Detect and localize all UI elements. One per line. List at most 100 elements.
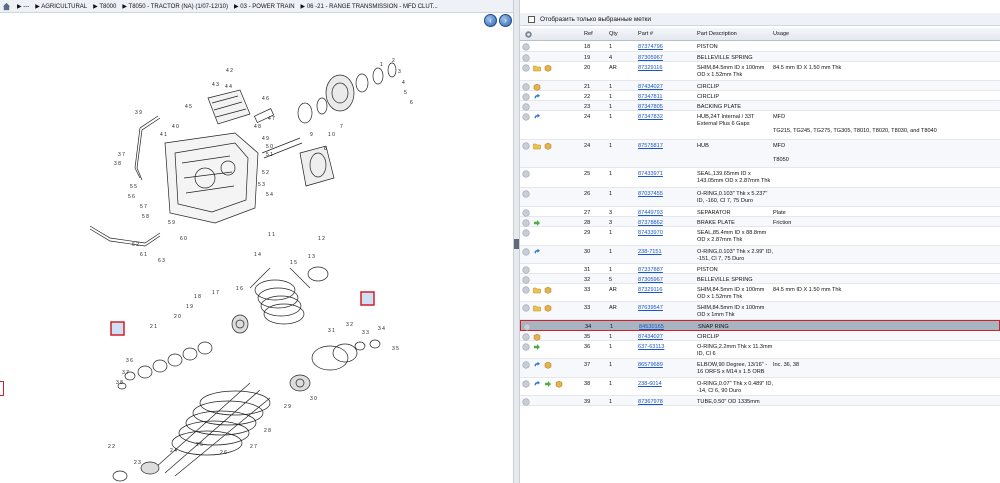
table-row[interactable]: 18 1 87374796 PISTON (520, 41, 1000, 52)
table-row[interactable]: 19 4 87305967 BELLEVILLE SPRING (520, 52, 1000, 62)
description-cell: SEAL,139.65mm ID x 143.05mm OD x 2.87mm … (697, 171, 771, 185)
part-number-link[interactable]: 87367978 (638, 399, 663, 406)
svg-text:1 3: 1 3 (308, 254, 315, 260)
breadcrumb-item[interactable]: ▶ T8050 - TRACTOR (NA) (1/07-12/10) (122, 3, 228, 10)
col-usage[interactable]: Usage (773, 31, 789, 37)
description-cell: O-RING,2.2mm Thk x 11.3mm ID, Cl 6 (697, 344, 773, 358)
breadcrumb-item[interactable]: ▶ --- (17, 3, 29, 10)
circle-icon[interactable] (522, 333, 530, 341)
part-number-link[interactable]: 87433970 (638, 230, 663, 237)
breadcrumb-item[interactable]: ▶ 03 - POWER TRAIN (234, 3, 295, 10)
circle-icon[interactable] (522, 343, 530, 351)
circle-icon[interactable] (522, 43, 530, 51)
circle-icon[interactable] (522, 54, 530, 62)
table-row[interactable]: 33 AR 87639547 SHIM,84.5mm ID x 100mm OD x … (520, 302, 1000, 320)
redo-icon (534, 248, 540, 254)
table-row[interactable]: 34 1 84530165 SNAP RING (520, 320, 1000, 331)
table-row[interactable]: 37 1 86579689 ELBOW,90 Degree, 13/16" - 16 … (520, 359, 1000, 378)
table-row[interactable]: 21 1 87434027 CIRCLIP (520, 81, 1000, 91)
part-number-link[interactable]: 238-7151 (638, 249, 662, 256)
breadcrumb-item[interactable]: ▶ T8000 (93, 3, 116, 10)
svg-text:4 1: 4 1 (160, 132, 167, 138)
part-number-link[interactable]: 87329116 (638, 65, 662, 72)
circle-icon[interactable] (522, 380, 530, 388)
circle-icon[interactable] (522, 113, 530, 121)
col-part[interactable]: Part # (638, 31, 653, 37)
table-row[interactable]: 38 1 238-6014 O-RING,0.07" Thk x 0.489" ID,… (520, 378, 1000, 396)
circle-icon[interactable] (523, 323, 531, 331)
svg-text:4 5: 4 5 (185, 104, 192, 110)
circle-icon[interactable] (522, 93, 530, 101)
svg-text:5 1: 5 1 (266, 152, 273, 158)
table-row[interactable]: 24 1 87575817 HUB MFD T8050 (520, 140, 1000, 168)
table-row[interactable]: 29 1 87433970 SEAL,85.4mm ID x 88.8mm OD x … (520, 227, 1000, 246)
circle-icon[interactable] (522, 190, 530, 198)
forward-button[interactable]: › (499, 14, 512, 27)
table-row[interactable]: 20 AR 87329116 SHIM,84.5mm ID x 100mm OD x … (520, 62, 1000, 81)
circle-icon[interactable] (522, 286, 530, 294)
part-number-link[interactable]: 87639547 (638, 305, 663, 312)
circle-icon[interactable] (522, 304, 530, 312)
table-row[interactable]: 31 1 87337887 PISTON (520, 264, 1000, 274)
circle-icon[interactable] (522, 398, 530, 406)
qty-cell: 1 (609, 230, 613, 236)
gear-icon[interactable] (524, 30, 533, 39)
breadcrumb-item[interactable]: ▶ AGRICULTURAL (35, 3, 87, 10)
part-number-link[interactable]: 637-63113 (638, 344, 664, 351)
table-row[interactable]: 28 3 87378862 BRAKE PLATE Friction (520, 217, 1000, 227)
svg-text:3 9: 3 9 (135, 110, 142, 116)
svg-text:3 1: 3 1 (328, 328, 335, 334)
box-icon (544, 64, 552, 72)
circle-icon[interactable] (522, 142, 530, 150)
show-selected-checkbox[interactable] (528, 15, 535, 23)
box-icon (544, 304, 552, 312)
col-desc[interactable]: Part Description (697, 31, 737, 37)
breadcrumb-item[interactable]: ▶ 06 -21 - RANGE TRANSMISSION - MFD CLUT… (301, 3, 438, 10)
part-number-link[interactable]: 87347832 (638, 114, 663, 121)
table-row[interactable]: 25 1 87433971 SEAL,139.65mm ID x 143.05mm O… (520, 168, 1000, 188)
home-icon[interactable] (2, 2, 11, 11)
usage-cell: 84.5 mm ID X 1.50 mm Thk (773, 65, 842, 71)
table-row[interactable]: 30 1 238-7151 O-RING,0.103" Thk x 2.99" ID,… (520, 246, 1000, 264)
circle-icon[interactable] (522, 266, 530, 274)
table-row[interactable]: 39 1 87367978 TUBE,0.50" OD 1335mm (520, 396, 1000, 406)
part-number-link[interactable]: 87329116 (638, 287, 662, 294)
table-row[interactable]: 32 5 87305967 BELLEVILLE SPRING (520, 274, 1000, 284)
table-row[interactable]: 22 1 87347811 CIRCLIP (520, 91, 1000, 101)
circle-icon[interactable] (522, 219, 530, 227)
circle-icon[interactable] (522, 248, 530, 256)
exploded-parts-diagram[interactable]: 4 2 4 3 4 4 4 5 4 6 4 7 4 8 3 9 3 7 3 8 4 0 4 1 … (0, 28, 512, 483)
svg-text:1 6: 1 6 (236, 286, 243, 292)
circle-icon[interactable] (522, 209, 530, 217)
ref-cell: 39 (584, 399, 591, 405)
part-number-link[interactable]: 87037455 (638, 191, 663, 198)
circle-icon[interactable] (522, 83, 530, 91)
arrow-icon (534, 220, 540, 226)
part-number-link[interactable]: 87374796 (638, 44, 663, 51)
svg-text:1 8: 1 8 (194, 294, 201, 300)
table-row[interactable]: 23 1 87347805 BACKING PLATE (520, 101, 1000, 111)
svg-text:4: 4 (402, 80, 405, 86)
circle-icon[interactable] (522, 229, 530, 237)
circle-icon[interactable] (522, 64, 530, 72)
table-row[interactable]: 27 3 87449793 SEPARATOR Plate (520, 207, 1000, 217)
part-number-link[interactable]: 86579689 (638, 362, 663, 369)
table-row[interactable]: 33 AR 87329116 SHIM,84.5mm ID x 100mm OD x … (520, 284, 1000, 302)
circle-icon[interactable] (522, 276, 530, 284)
circle-icon[interactable] (522, 170, 530, 178)
part-number-link[interactable]: 238-6014 (638, 381, 662, 388)
col-qty[interactable]: Qty (609, 31, 618, 37)
back-button[interactable]: ‹ (484, 14, 497, 27)
circle-icon[interactable] (522, 361, 530, 369)
table-row[interactable]: 36 1 637-63113 O-RING,2.2mm Thk x 11.3mm ID… (520, 341, 1000, 359)
table-row[interactable]: 24 1 87347832 HUB,24T Internal / 33T Extern… (520, 111, 1000, 140)
circle-icon[interactable] (522, 103, 530, 111)
col-ref[interactable]: Ref (584, 31, 593, 37)
svg-text:3 8: 3 8 (114, 161, 121, 167)
table-row[interactable]: 26 1 87037455 O-RING,0.103" Thk x 5.237" ID… (520, 188, 1000, 207)
table-row[interactable]: 35 1 87434027 CIRCLIP (520, 331, 1000, 341)
splitter-grip[interactable] (514, 239, 519, 249)
part-number-link[interactable]: 87575817 (638, 143, 663, 150)
description-cell: PISTON (697, 44, 718, 50)
part-number-link[interactable]: 87433971 (638, 171, 663, 178)
